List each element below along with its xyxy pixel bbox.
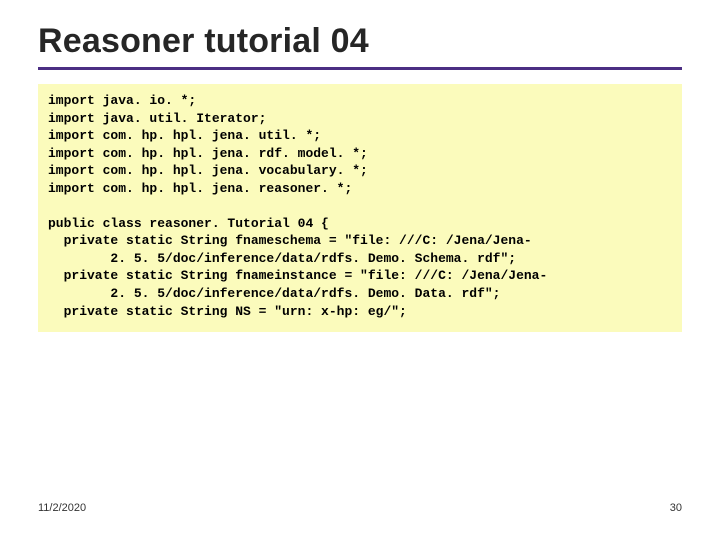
code-line: private static String NS = "urn: x-hp: e… [48, 304, 407, 319]
footer-date: 11/2/2020 [38, 502, 86, 514]
code-line: import com. hp. hpl. jena. util. *; [48, 128, 321, 143]
code-line: 2. 5. 5/doc/inference/data/rdfs. Demo. D… [48, 286, 500, 301]
code-line: import com. hp. hpl. jena. vocabulary. *… [48, 163, 368, 178]
page-title: Reasoner tutorial 04 [38, 22, 682, 61]
code-line: import com. hp. hpl. jena. reasoner. *; [48, 181, 352, 196]
footer-page: 30 [670, 502, 682, 514]
code-box: import java. io. *; import java. util. I… [38, 84, 682, 332]
code-line: private static String fnameschema = "fil… [48, 233, 532, 248]
code-line: private static String fnameinstance = "f… [48, 268, 547, 283]
title-wrap: Reasoner tutorial 04 [38, 22, 682, 70]
code-line: import java. io. *; [48, 93, 196, 108]
code-block: import java. io. *; import java. util. I… [48, 92, 672, 320]
code-line: public class reasoner. Tutorial 04 { [48, 216, 329, 231]
footer: 11/2/2020 30 [38, 502, 682, 514]
code-line: 2. 5. 5/doc/inference/data/rdfs. Demo. S… [48, 251, 516, 266]
code-line: import com. hp. hpl. jena. rdf. model. *… [48, 146, 368, 161]
code-line: import java. util. Iterator; [48, 111, 266, 126]
slide: Reasoner tutorial 04 import java. io. *;… [0, 0, 720, 540]
